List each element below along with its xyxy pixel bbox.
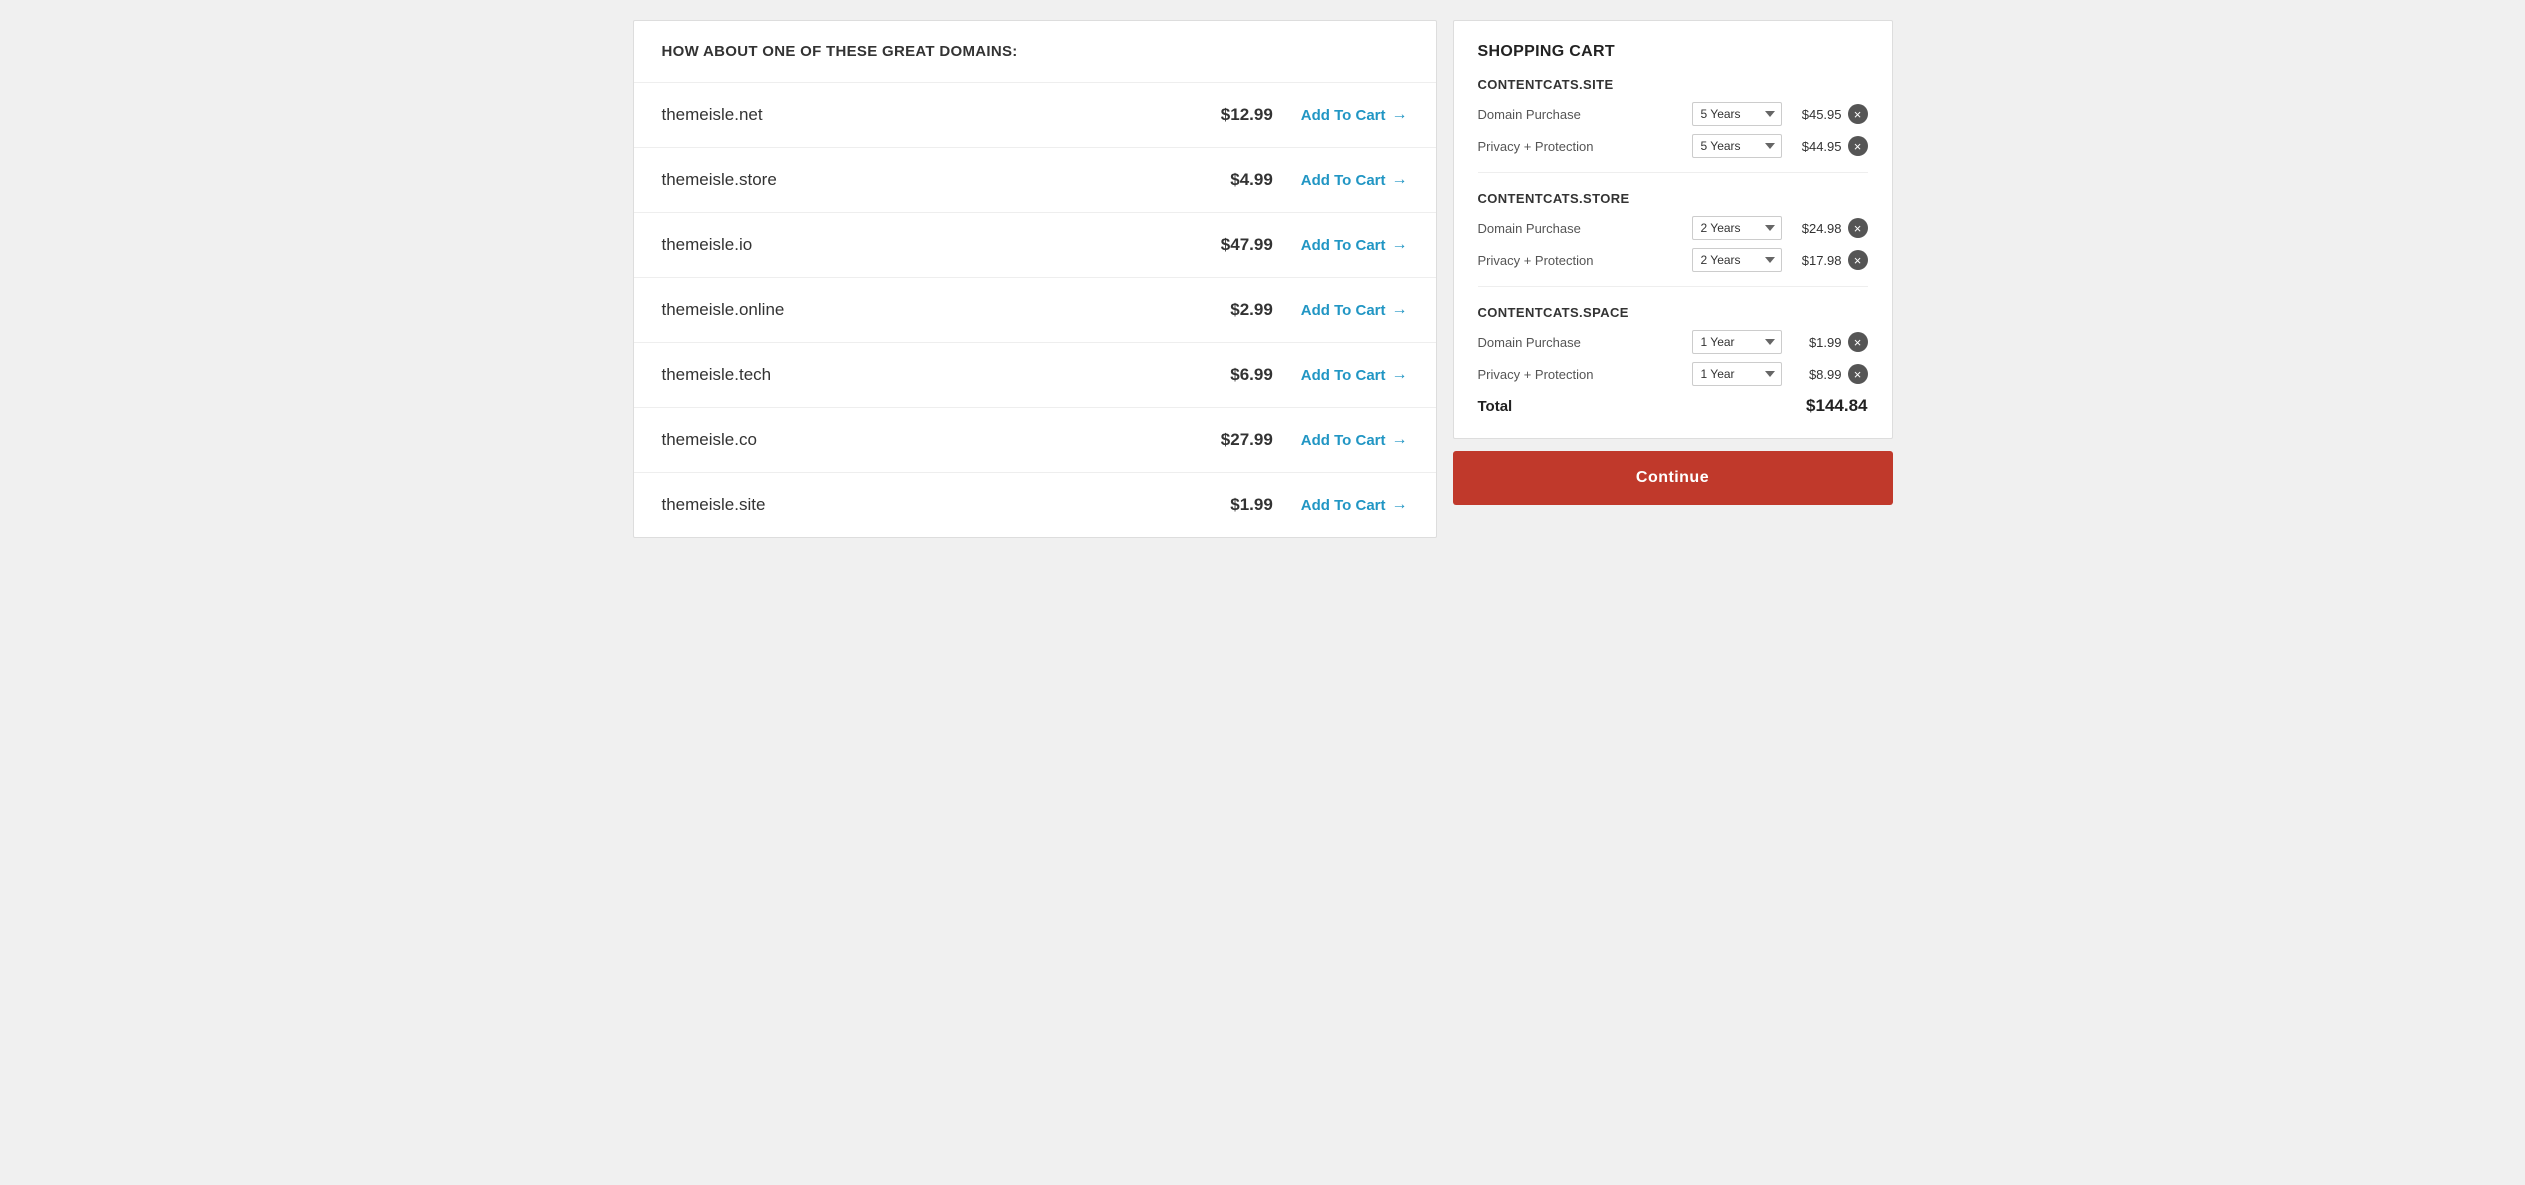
domains-panel: HOW ABOUT ONE OF THESE GREAT DOMAINS: th… xyxy=(633,20,1437,538)
cart-line: Privacy + Protection1 Year2 Years3 Years… xyxy=(1478,248,1868,272)
cart-panel: SHOPPING CART CONTENTCATS.SITE Domain Pur… xyxy=(1453,20,1893,538)
add-to-cart-button[interactable]: Add To Cart → xyxy=(1301,366,1408,384)
cart-line: Privacy + Protection1 Year2 Years3 Years… xyxy=(1478,134,1868,158)
add-to-cart-label: Add To Cart xyxy=(1301,302,1386,319)
domain-name: themeisle.store xyxy=(662,170,1203,190)
domain-name: themeisle.co xyxy=(662,430,1203,450)
cart-line-label: Privacy + Protection xyxy=(1478,139,1692,154)
cart-line-label: Privacy + Protection xyxy=(1478,367,1692,382)
add-to-cart-label: Add To Cart xyxy=(1301,367,1386,384)
cart-total-row: Total $144.84 xyxy=(1478,396,1868,416)
cart-line-year-select[interactable]: 1 Year2 Years3 Years5 Years xyxy=(1692,248,1782,272)
cart-line-year-select[interactable]: 1 Year2 Years3 Years5 Years xyxy=(1692,102,1782,126)
cart-domain-name: CONTENTCATS.STORE xyxy=(1478,191,1868,206)
domain-row: themeisle.store $4.99 Add To Cart → xyxy=(634,148,1436,213)
cart-divider xyxy=(1478,286,1868,287)
cart-domain-name: CONTENTCATS.SITE xyxy=(1478,77,1868,92)
add-to-cart-button[interactable]: Add To Cart → xyxy=(1301,106,1408,124)
remove-button[interactable]: × xyxy=(1848,104,1868,124)
domain-price: $1.99 xyxy=(1203,495,1273,515)
cart-line-price: $1.99 xyxy=(1792,335,1842,350)
arrow-right-icon: → xyxy=(1392,431,1408,449)
add-to-cart-button[interactable]: Add To Cart → xyxy=(1301,496,1408,514)
domain-row: themeisle.net $12.99 Add To Cart → xyxy=(634,83,1436,148)
domain-price: $47.99 xyxy=(1203,235,1273,255)
cart-line: Domain Purchase1 Year2 Years3 Years5 Yea… xyxy=(1478,216,1868,240)
cart-line: Privacy + Protection1 Year2 Years3 Years… xyxy=(1478,362,1868,386)
cart-line-year-select[interactable]: 1 Year2 Years3 Years5 Years xyxy=(1692,216,1782,240)
domains-list: themeisle.net $12.99 Add To Cart → theme… xyxy=(634,83,1436,537)
arrow-right-icon: → xyxy=(1392,236,1408,254)
domain-name: themeisle.tech xyxy=(662,365,1203,385)
add-to-cart-button[interactable]: Add To Cart → xyxy=(1301,236,1408,254)
cart-line-label: Domain Purchase xyxy=(1478,335,1692,350)
cart-line-price: $44.95 xyxy=(1792,139,1842,154)
cart-line-label: Domain Purchase xyxy=(1478,107,1692,122)
cart-section: CONTENTCATS.SPACE Domain Purchase1 Year2 … xyxy=(1478,305,1868,386)
add-to-cart-button[interactable]: Add To Cart → xyxy=(1301,431,1408,449)
arrow-right-icon: → xyxy=(1392,496,1408,514)
domain-price: $2.99 xyxy=(1203,300,1273,320)
cart-line-year-select[interactable]: 1 Year2 Years3 Years5 Years xyxy=(1692,362,1782,386)
add-to-cart-button[interactable]: Add To Cart → xyxy=(1301,301,1408,319)
domain-price: $6.99 xyxy=(1203,365,1273,385)
arrow-right-icon: → xyxy=(1392,171,1408,189)
remove-button[interactable]: × xyxy=(1848,136,1868,156)
cart-line-price: $8.99 xyxy=(1792,367,1842,382)
cart-line-label: Domain Purchase xyxy=(1478,221,1692,236)
domain-row: themeisle.io $47.99 Add To Cart → xyxy=(634,213,1436,278)
add-to-cart-label: Add To Cart xyxy=(1301,432,1386,449)
domain-row: themeisle.tech $6.99 Add To Cart → xyxy=(634,343,1436,408)
remove-button[interactable]: × xyxy=(1848,218,1868,238)
add-to-cart-label: Add To Cart xyxy=(1301,237,1386,254)
domain-name: themeisle.io xyxy=(662,235,1203,255)
remove-button[interactable]: × xyxy=(1848,250,1868,270)
add-to-cart-button[interactable]: Add To Cart → xyxy=(1301,171,1408,189)
cart-box: SHOPPING CART CONTENTCATS.SITE Domain Pur… xyxy=(1453,20,1893,439)
cart-line-price: $24.98 xyxy=(1792,221,1842,236)
cart-domain-name: CONTENTCATS.SPACE xyxy=(1478,305,1868,320)
remove-button[interactable]: × xyxy=(1848,332,1868,352)
cart-section: CONTENTCATS.STORE Domain Purchase1 Year2 … xyxy=(1478,191,1868,287)
add-to-cart-label: Add To Cart xyxy=(1301,497,1386,514)
domain-price: $27.99 xyxy=(1203,430,1273,450)
domain-row: themeisle.site $1.99 Add To Cart → xyxy=(634,473,1436,537)
domain-price: $4.99 xyxy=(1203,170,1273,190)
domain-row: themeisle.online $2.99 Add To Cart → xyxy=(634,278,1436,343)
arrow-right-icon: → xyxy=(1392,106,1408,124)
cart-line: Domain Purchase1 Year2 Years3 Years5 Yea… xyxy=(1478,102,1868,126)
cart-title: SHOPPING CART xyxy=(1478,43,1868,61)
cart-line-price: $17.98 xyxy=(1792,253,1842,268)
domain-price: $12.99 xyxy=(1203,105,1273,125)
cart-section: CONTENTCATS.SITE Domain Purchase1 Year2 Y… xyxy=(1478,77,1868,173)
cart-total-label: Total xyxy=(1478,398,1513,415)
page-wrapper: HOW ABOUT ONE OF THESE GREAT DOMAINS: th… xyxy=(633,20,1893,538)
cart-line-price: $45.95 xyxy=(1792,107,1842,122)
add-to-cart-label: Add To Cart xyxy=(1301,107,1386,124)
domain-name: themeisle.online xyxy=(662,300,1203,320)
cart-line: Domain Purchase1 Year2 Years3 Years5 Yea… xyxy=(1478,330,1868,354)
cart-divider xyxy=(1478,172,1868,173)
arrow-right-icon: → xyxy=(1392,301,1408,319)
continue-button[interactable]: Continue xyxy=(1453,451,1893,505)
domain-row: themeisle.co $27.99 Add To Cart → xyxy=(634,408,1436,473)
cart-sections: CONTENTCATS.SITEDomain Purchase1 Year2 Y… xyxy=(1478,77,1868,386)
remove-button[interactable]: × xyxy=(1848,364,1868,384)
cart-line-year-select[interactable]: 1 Year2 Years3 Years5 Years xyxy=(1692,330,1782,354)
cart-line-year-select[interactable]: 1 Year2 Years3 Years5 Years xyxy=(1692,134,1782,158)
domain-name: themeisle.net xyxy=(662,105,1203,125)
arrow-right-icon: → xyxy=(1392,366,1408,384)
domain-name: themeisle.site xyxy=(662,495,1203,515)
domains-header: HOW ABOUT ONE OF THESE GREAT DOMAINS: xyxy=(634,21,1436,83)
cart-total-amount: $144.84 xyxy=(1806,396,1867,416)
cart-line-label: Privacy + Protection xyxy=(1478,253,1692,268)
add-to-cart-label: Add To Cart xyxy=(1301,172,1386,189)
